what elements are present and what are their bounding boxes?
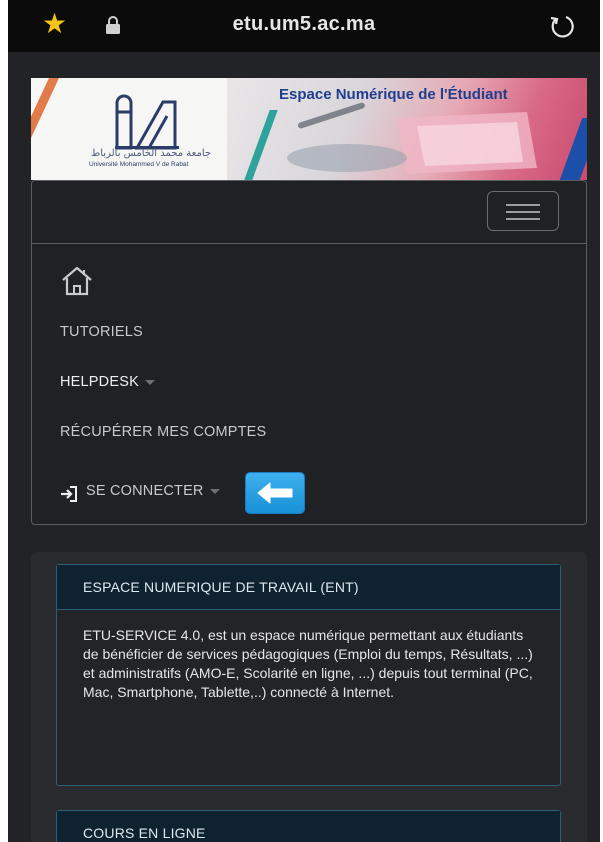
address-bar-url[interactable]: etu.um5.ac.ma — [8, 13, 600, 36]
university-logo-area: جامعة محمد الخامس بالرباط Université Moh… — [31, 78, 227, 180]
phone-screen: ★ etu.um5.ac.ma جامعة محمد الخامس بالربا… — [8, 0, 600, 842]
card-body: ETU-SERVICE 4.0, est un espace numérique… — [83, 627, 533, 700]
ent-card: ESPACE NUMERIQUE DE TRAVAIL (ENT) ETU-SE… — [56, 564, 561, 786]
reload-icon[interactable] — [548, 13, 576, 41]
banner-title: Espace Numérique de l'Étudiant — [279, 86, 508, 103]
hamburger-line — [506, 218, 540, 220]
university-arabic-name: جامعة محمد الخامس بالرباط — [91, 148, 212, 159]
cours-en-ligne-card: COURS EN LIGNE — [56, 810, 561, 842]
nav-header — [32, 181, 586, 244]
nav-item-helpdesk[interactable]: HELPDESK — [60, 374, 155, 390]
main-navigation: TUTORIELS HELPDESK RÉCUPÉRER MES COMPTES… — [31, 180, 587, 525]
browser-top-bar: ★ etu.um5.ac.ma — [8, 0, 600, 52]
card-title[interactable]: COURS EN LIGNE — [57, 811, 560, 842]
nav-item-se-connecter[interactable]: SE CONNECTER — [86, 483, 220, 499]
dropdown-caret-icon — [209, 488, 220, 494]
card-title: ESPACE NUMERIQUE DE TRAVAIL (ENT) — [57, 565, 560, 610]
arrow-pointer-button[interactable] — [245, 472, 305, 514]
main-content: ESPACE NUMERIQUE DE TRAVAIL (ENT) ETU-SE… — [31, 552, 587, 842]
nav-item-tutoriels[interactable]: TUTORIELS — [60, 324, 143, 340]
menu-toggle-button[interactable] — [487, 191, 559, 231]
university-name: Université Mohammed V de Rabat — [89, 161, 189, 168]
site-banner[interactable]: جامعة محمد الخامس بالرباط Université Moh… — [31, 78, 587, 180]
nav-item-helpdesk-label: HELPDESK — [60, 374, 139, 390]
nav-item-recuperer-comptes[interactable]: RÉCUPÉRER MES COMPTES — [60, 424, 266, 440]
university-logo — [115, 94, 179, 150]
left-arrow-icon — [257, 482, 293, 504]
banner-stripe — [31, 78, 59, 138]
hamburger-line — [506, 211, 540, 213]
nav-item-se-connecter-label: SE CONNECTER — [86, 483, 204, 499]
home-icon[interactable] — [60, 265, 94, 297]
hamburger-line — [506, 204, 540, 206]
dropdown-caret-icon — [144, 379, 155, 385]
login-icon — [61, 486, 77, 502]
